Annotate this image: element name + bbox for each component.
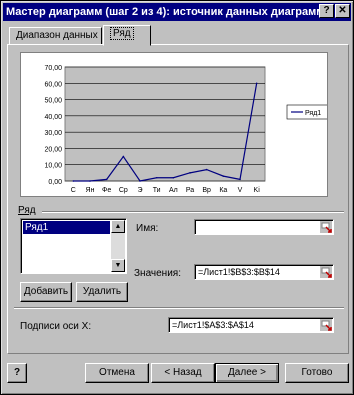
x-tick-label: Ра <box>186 187 194 194</box>
x-tick-label: Ян <box>86 187 95 194</box>
data-point <box>222 175 225 177</box>
tab-series-label: Ряд <box>110 27 134 40</box>
x-tick-label: Вр <box>202 187 211 194</box>
x-tick-label: Ти <box>153 187 161 194</box>
tab-panel: 70,00 60,00 50,00 40,00 30,00 20,00 10,00 0,00 С… <box>7 44 349 354</box>
tab-data-range-label: Диапазон данных <box>16 30 98 41</box>
legend-label: Ряд1 <box>305 110 321 117</box>
x-tick-label: Ка <box>219 187 227 194</box>
data-point <box>72 180 75 182</box>
name-label: Имя: <box>136 223 159 234</box>
office-assistant-button[interactable]: ? <box>7 363 27 383</box>
help-icon: ? <box>13 367 21 378</box>
y-tick-label: 20,00 <box>44 146 62 153</box>
data-point <box>155 176 158 179</box>
series-listbox[interactable]: Ряд1 ▲ ▼ <box>20 218 127 274</box>
x-tick-label: Фе <box>102 187 111 194</box>
separator-line <box>14 307 344 309</box>
range-picker-icon[interactable] <box>320 221 332 233</box>
data-point <box>105 178 108 181</box>
x-labels-label: Подписи оси X: <box>20 321 92 332</box>
data-point <box>189 172 191 174</box>
series-group-label: Ряд <box>18 205 36 216</box>
data-point <box>172 176 175 179</box>
values-field[interactable]: =Лист1!$B$3:$B$14 <box>194 264 334 280</box>
data-point <box>239 178 241 181</box>
chart-svg: 70,00 60,00 50,00 40,00 30,00 20,00 10,00 0,00 С… <box>44 65 330 194</box>
x-labels-field[interactable]: =Лист1!$A$3:$A$14 <box>168 317 334 333</box>
y-tick-label: 70,00 <box>44 65 62 72</box>
x-tick-label: Ср <box>119 187 128 194</box>
cancel-button[interactable]: Отмена <box>85 363 149 383</box>
plot-area <box>64 66 266 182</box>
series-group-line <box>42 211 344 213</box>
series-list-scrollbar[interactable]: ▲ ▼ <box>111 220 125 272</box>
chart-wizard-dialog: Мастер диаграмм (шаг 2 из 4): источник д… <box>0 0 354 395</box>
scroll-down-icon[interactable]: ▼ <box>111 259 125 272</box>
x-tick-label: Ал <box>169 187 178 194</box>
y-tick-label: 0,00 <box>48 179 62 186</box>
values-label: Значения: <box>134 268 181 279</box>
finish-button[interactable]: Готово <box>285 363 349 383</box>
back-button[interactable]: < Назад <box>151 363 215 383</box>
next-button[interactable]: Далее > <box>215 363 279 383</box>
data-point <box>255 82 258 85</box>
help-icon: ? <box>323 5 330 16</box>
x-tick-label: Ki <box>254 187 261 194</box>
close-icon: ✕ <box>338 5 347 16</box>
x-tick-label: Э <box>137 187 142 194</box>
window-title: Мастер диаграмм (шаг 2 из 4): источник д… <box>6 6 334 18</box>
tab-data-range[interactable]: Диапазон данных <box>9 27 102 45</box>
range-picker-icon[interactable] <box>320 266 332 278</box>
name-field[interactable] <box>194 219 334 235</box>
data-point <box>89 180 91 182</box>
range-picker-icon[interactable] <box>320 319 332 331</box>
y-tick-label: 50,00 <box>44 98 62 105</box>
y-tick-label: 10,00 <box>44 163 62 170</box>
data-point <box>205 168 208 171</box>
y-tick-label: 60,00 <box>44 81 62 88</box>
data-point <box>139 180 141 182</box>
tab-series[interactable]: Ряд <box>103 25 151 46</box>
y-tick-label: 40,00 <box>44 114 62 121</box>
series-list-item[interactable]: Ряд1 <box>23 221 110 234</box>
data-point <box>122 155 125 158</box>
title-bar[interactable]: Мастер диаграмм (шаг 2 из 4): источник д… <box>3 3 351 21</box>
x-tick-label: С <box>71 187 76 194</box>
close-button[interactable]: ✕ <box>335 4 350 18</box>
y-tick-label: 30,00 <box>44 130 62 137</box>
x-tick-label: V <box>238 187 243 194</box>
scroll-up-icon[interactable]: ▲ <box>111 220 125 233</box>
help-title-button[interactable]: ? <box>319 4 334 18</box>
chart-preview: 70,00 60,00 50,00 40,00 30,00 20,00 10,00 0,00 С… <box>20 52 330 197</box>
add-series-button[interactable]: Добавить <box>20 282 72 302</box>
remove-series-button[interactable]: Удалить <box>76 282 128 302</box>
